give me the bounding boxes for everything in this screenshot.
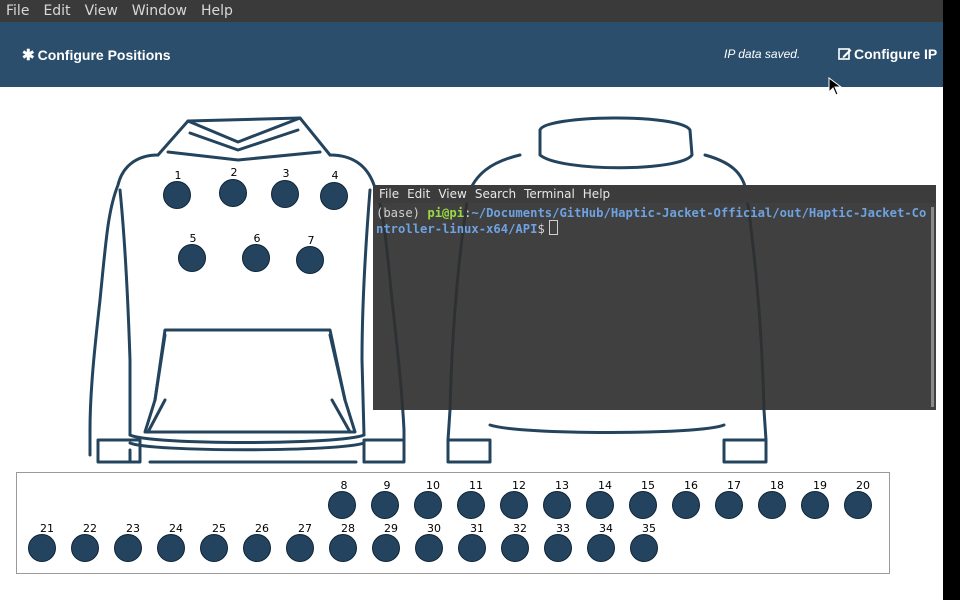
actuator-5[interactable] (178, 244, 206, 272)
actuator-2[interactable] (219, 179, 247, 207)
actuator-11[interactable] (457, 491, 485, 519)
terminal-menu-search[interactable]: Search (475, 187, 516, 201)
actuator-12[interactable] (500, 491, 528, 519)
configure-ip-label: Configure IP (854, 46, 938, 62)
app-menubar: File Edit View Window Help (0, 0, 943, 22)
actuator-34[interactable] (587, 534, 615, 562)
terminal-menu-terminal[interactable]: Terminal (524, 187, 575, 201)
actuator-17[interactable] (715, 491, 743, 519)
actuator-32[interactable] (501, 534, 529, 562)
actuator-31[interactable] (458, 534, 486, 562)
actuator-25[interactable] (200, 534, 228, 562)
actuator-8[interactable] (328, 491, 356, 519)
actuator-27[interactable] (286, 534, 314, 562)
actuator-9[interactable] (371, 491, 399, 519)
app-header: ✱ Configure Positions IP data saved. Con… (0, 22, 943, 87)
screen-edge (943, 0, 960, 600)
actuator-35[interactable] (630, 534, 658, 562)
menu-help[interactable]: Help (201, 3, 233, 19)
actuator-28[interactable] (329, 534, 357, 562)
prompt-dollar: $ (537, 222, 545, 236)
actuator-19[interactable] (801, 491, 829, 519)
actuator-16[interactable] (672, 491, 700, 519)
menu-view[interactable]: View (85, 3, 118, 19)
terminal-window[interactable]: File Edit View Search Terminal Help (bas… (373, 185, 936, 410)
gear-icon: ✱ (22, 47, 35, 64)
actuator-21[interactable] (28, 534, 56, 562)
actuator-14[interactable] (586, 491, 614, 519)
terminal-menu-edit[interactable]: Edit (407, 187, 430, 201)
unplaced-actuator-tray (16, 472, 890, 574)
actuator-22[interactable] (71, 534, 99, 562)
actuator-label: 3 (282, 167, 290, 180)
terminal-menu-help[interactable]: Help (583, 187, 610, 201)
actuator-33[interactable] (544, 534, 572, 562)
status-message: IP data saved. (724, 47, 801, 61)
terminal-menubar: File Edit View Search Terminal Help (373, 185, 936, 203)
actuator-6[interactable] (242, 244, 270, 272)
prompt-user: pi@pi (427, 206, 465, 220)
configure-positions-button[interactable]: ✱ Configure Positions (22, 46, 171, 64)
actuator-26[interactable] (243, 534, 271, 562)
actuator-15[interactable] (629, 491, 657, 519)
terminal-scrollbar[interactable] (931, 207, 934, 407)
actuator-label: 9 (383, 479, 391, 492)
actuator-18[interactable] (758, 491, 786, 519)
actuator-20[interactable] (844, 491, 872, 519)
actuator-4[interactable] (320, 182, 348, 210)
actuator-3[interactable] (271, 180, 299, 208)
actuator-13[interactable] (543, 491, 571, 519)
actuator-30[interactable] (415, 534, 443, 562)
actuator-29[interactable] (372, 534, 400, 562)
terminal-output[interactable]: (base) pi@pi:~/Documents/GitHub/Haptic-J… (373, 203, 936, 236)
menu-window[interactable]: Window (132, 3, 187, 19)
actuator-23[interactable] (114, 534, 142, 562)
configure-positions-label: Configure Positions (37, 47, 171, 63)
terminal-menu-view[interactable]: View (438, 187, 466, 201)
terminal-menu-file[interactable]: File (379, 187, 399, 201)
actuator-label: 4 (331, 169, 339, 182)
actuator-10[interactable] (414, 491, 442, 519)
menu-file[interactable]: File (6, 3, 29, 19)
actuator-label: 2 (230, 166, 238, 179)
prompt-env: (base) (376, 206, 428, 220)
actuator-24[interactable] (157, 534, 185, 562)
configure-ip-button[interactable]: Configure IP (838, 46, 937, 62)
actuator-7[interactable] (296, 246, 324, 274)
actuator-1[interactable] (163, 181, 191, 209)
edit-icon (838, 48, 852, 60)
text-cursor (548, 220, 558, 235)
actuator-label: 8 (340, 479, 348, 492)
menu-edit[interactable]: Edit (43, 3, 70, 19)
